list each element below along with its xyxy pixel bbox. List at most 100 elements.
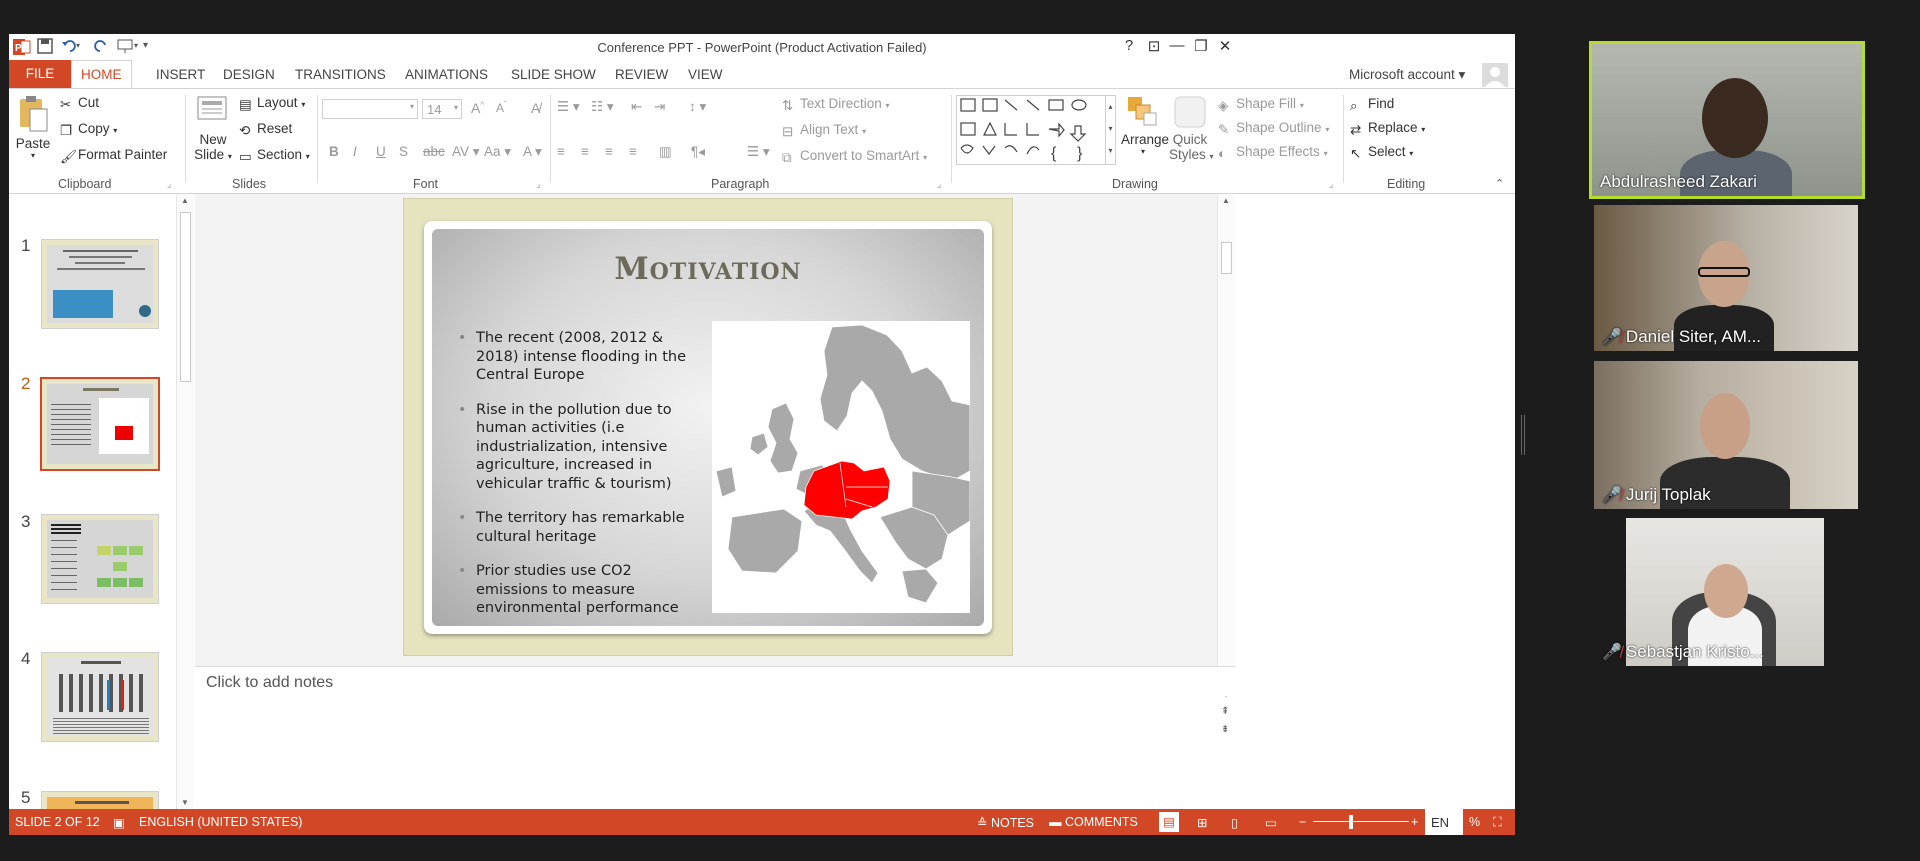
notes-pane[interactable]: Click to add notes: [195, 666, 1235, 696]
bullet-item[interactable]: The recent (2008, 2012 & 2018) intense f…: [456, 329, 691, 385]
help-button[interactable]: ?: [1117, 37, 1141, 54]
convert-smartart-button[interactable]: ⧉ Convert to SmartArt ▾: [782, 148, 927, 165]
tab-view[interactable]: VIEW: [688, 67, 723, 82]
spelling-icon[interactable]: ▣: [113, 815, 125, 830]
slide-show-icon[interactable]: ▭: [1265, 815, 1277, 830]
drawing-launcher-icon[interactable]: ⌟: [1329, 179, 1333, 190]
reading-view-icon[interactable]: ▯: [1231, 815, 1238, 830]
europe-map-image[interactable]: [712, 321, 970, 613]
copy-button[interactable]: ❐ Copy ▾: [60, 121, 117, 138]
zoom-percent-icon[interactable]: %: [1469, 815, 1480, 829]
previous-slide-icon[interactable]: ⇞: [1221, 706, 1229, 717]
underline-button[interactable]: U: [376, 144, 386, 159]
zoom-out-icon[interactable]: −: [1299, 815, 1306, 829]
reset-button[interactable]: ⟲ Reset: [239, 121, 292, 138]
paragraph-launcher-icon[interactable]: ⌟: [937, 179, 941, 190]
layout-button[interactable]: ▤ Layout ▾: [239, 95, 305, 112]
slide-thumbnail-3[interactable]: [41, 514, 159, 604]
zoom-in-icon[interactable]: +: [1411, 815, 1418, 829]
columns-icon[interactable]: ▥: [659, 144, 672, 160]
font-color-icon[interactable]: A ▾: [523, 144, 542, 160]
shape-fill-button[interactable]: ◈ Shape Fill ▾: [1218, 96, 1304, 113]
font-launcher-icon[interactable]: ⌟: [536, 179, 540, 190]
align-left-icon[interactable]: ≡: [557, 144, 565, 159]
panel-splitter[interactable]: [1521, 415, 1525, 455]
current-slide[interactable]: Motivation The recent (2008, 2012 & 2018…: [403, 198, 1013, 656]
character-spacing-icon[interactable]: AV ▾: [452, 144, 480, 160]
increase-font-icon[interactable]: A^: [471, 100, 484, 116]
close-button[interactable]: ✕: [1213, 37, 1237, 55]
increase-indent-icon[interactable]: ⇥: [654, 99, 665, 115]
tab-design[interactable]: DESIGN: [223, 67, 275, 82]
next-slide-icon[interactable]: ⇟: [1221, 724, 1229, 735]
italic-button[interactable]: I: [353, 144, 357, 159]
align-right-icon[interactable]: ≡: [605, 144, 613, 159]
slide-title[interactable]: Motivation: [432, 251, 984, 287]
notes-toggle[interactable]: ≙ NOTES: [977, 815, 1034, 830]
slide-bullet-list[interactable]: The recent (2008, 2012 & 2018) intense f…: [456, 329, 691, 634]
font-name-input[interactable]: ▾: [322, 99, 418, 119]
line-spacing-icon[interactable]: ↕ ▾: [689, 99, 706, 115]
input-language-indicator[interactable]: EN: [1425, 809, 1463, 835]
slide-counter[interactable]: SLIDE 2 OF 12: [15, 815, 100, 829]
thumbnail-scrollbar[interactable]: ▲ ▼: [176, 194, 194, 809]
minimize-button[interactable]: —: [1165, 37, 1189, 54]
tab-insert[interactable]: INSERT: [156, 67, 205, 82]
numbering-icon[interactable]: ☷ ▾: [591, 99, 614, 115]
avatar[interactable]: [1482, 63, 1508, 87]
tab-home[interactable]: HOME: [71, 60, 132, 89]
text-direction-button[interactable]: ⇅ Text Direction ▾: [782, 96, 890, 113]
ribbon-display-options-button[interactable]: ⊡: [1142, 37, 1166, 55]
normal-view-icon[interactable]: ▤: [1159, 812, 1179, 832]
maximize-button[interactable]: ❐: [1189, 37, 1213, 55]
arrange-button[interactable]: Arrange ▾: [1121, 95, 1169, 156]
shape-outline-button[interactable]: ✎ Shape Outline ▾: [1218, 120, 1329, 137]
participant-tile[interactable]: 🎤̸ Jurij Toplak: [1594, 361, 1858, 509]
new-slide-button[interactable]: New Slide ▾: [193, 93, 233, 162]
slide-thumbnail-1[interactable]: [41, 239, 159, 329]
bullet-item[interactable]: The territory has remarkable cultural he…: [456, 509, 691, 546]
text-shadow-button[interactable]: S: [399, 144, 408, 159]
strikethrough-icon[interactable]: abc: [423, 144, 445, 159]
participant-tile[interactable]: 🎤̸ Sebastjan Kristo...: [1594, 518, 1858, 666]
comments-toggle[interactable]: ▬ COMMENTS: [1049, 815, 1138, 829]
shape-effects-button[interactable]: ◐ Shape Effects ▾: [1218, 144, 1328, 161]
slide-thumbnail-2[interactable]: [40, 377, 160, 471]
tab-slide-show[interactable]: SLIDE SHOW: [511, 67, 596, 82]
paste-button[interactable]: Paste ▾: [15, 95, 51, 160]
bullets-icon[interactable]: ☰ ▾: [557, 99, 580, 115]
participant-tile[interactable]: 🎤̸ Daniel Siter, AM...: [1594, 205, 1858, 351]
change-case-icon[interactable]: Aa ▾: [484, 144, 511, 160]
cut-button[interactable]: ✂ Cut: [60, 95, 99, 112]
tab-file[interactable]: FILE: [9, 60, 71, 88]
align-text-button[interactable]: ⊟ Align Text ▾: [782, 122, 866, 139]
clear-formatting-icon[interactable]: A̸: [531, 100, 540, 116]
fit-to-window-icon[interactable]: ⛶: [1493, 815, 1502, 830]
editor-scrollbar[interactable]: ▲ ▼: [1217, 194, 1235, 699]
slide-sorter-icon[interactable]: ⊞: [1197, 815, 1207, 830]
font-size-input[interactable]: 14 ▾: [422, 99, 462, 119]
section-button[interactable]: ▭ Section ▾: [239, 147, 310, 164]
tab-transitions[interactable]: TRANSITIONS: [295, 67, 386, 82]
format-painter-button[interactable]: 🖌Format Painter: [60, 147, 167, 164]
quick-styles-button[interactable]: Quick Styles ▾: [1169, 95, 1214, 162]
tab-review[interactable]: REVIEW: [615, 67, 668, 82]
slide-thumbnail-4[interactable]: [41, 652, 159, 742]
paragraph-more-icon[interactable]: ☰ ▾: [747, 144, 770, 160]
select-button[interactable]: ↖ Select ▾: [1350, 144, 1413, 161]
justify-icon[interactable]: ≡: [629, 144, 637, 159]
bullet-item[interactable]: Prior studies use CO2 emissions to measu…: [456, 562, 691, 618]
thumbnail-scroll-thumb[interactable]: [180, 212, 191, 382]
participant-tile[interactable]: Abdulrasheed Zakari: [1589, 41, 1865, 199]
decrease-font-icon[interactable]: Aˇ: [496, 100, 507, 115]
collapse-ribbon-icon[interactable]: ⌃: [1495, 177, 1504, 190]
rtl-icon[interactable]: ¶◂: [691, 144, 705, 160]
language-status[interactable]: ENGLISH (UNITED STATES): [139, 815, 302, 829]
account-menu[interactable]: Microsoft account ▾: [1349, 67, 1465, 83]
replace-button[interactable]: ⇄ Replace ▾: [1350, 120, 1425, 137]
clipboard-launcher-icon[interactable]: ⌟: [167, 179, 171, 190]
zoom-slider-thumb[interactable]: [1349, 815, 1353, 829]
tab-animations[interactable]: ANIMATIONS: [405, 67, 488, 82]
find-button[interactable]: ⌕ Find: [1350, 96, 1394, 113]
bold-button[interactable]: B: [329, 144, 339, 159]
